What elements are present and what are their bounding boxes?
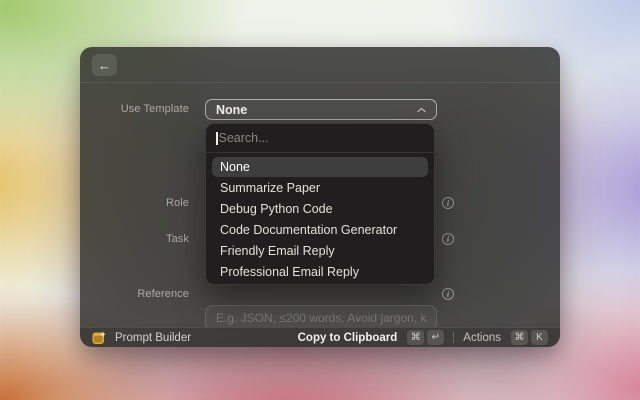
prompt-builder-window: ← Use Template None Role Task Reference … <box>80 47 560 347</box>
app-name: Prompt Builder <box>115 332 191 344</box>
footer-actions: Copy to Clipboard ⌘ ↵ Actions ⌘ K <box>298 330 548 345</box>
command-key-icon: ⌘ <box>511 330 528 345</box>
format-constraints-input[interactable] <box>205 305 437 327</box>
k-key-icon: K <box>531 330 548 345</box>
text-caret <box>216 132 218 145</box>
footer-bar: Prompt Builder Copy to Clipboard ⌘ ↵ Act… <box>80 327 560 347</box>
dropdown-item-friendly-email-reply[interactable]: Friendly Email Reply <box>212 241 428 261</box>
role-label: Role <box>80 197 189 209</box>
back-arrow-icon: ← <box>98 59 111 72</box>
actions-button[interactable]: Actions <box>463 332 501 344</box>
reference-label: Reference <box>80 288 189 300</box>
dropdown-item-none[interactable]: None <box>212 157 428 177</box>
dropdown-search-input[interactable] <box>219 131 425 145</box>
dropdown-item-code-documentation-generator[interactable]: Code Documentation Generator <box>212 220 428 240</box>
task-label: Task <box>80 233 189 245</box>
return-key-icon: ↵ <box>427 330 444 345</box>
dropdown-item-debug-python-code[interactable]: Debug Python Code <box>212 199 428 219</box>
dropdown-item-professional-email-reply[interactable]: Professional Email Reply <box>212 262 428 282</box>
copy-to-clipboard-button[interactable]: Copy to Clipboard <box>298 332 398 344</box>
footer-separator <box>453 332 454 343</box>
template-dropdown: None Summarize Paper Debug Python Code C… <box>205 123 435 285</box>
command-key-icon: ⌘ <box>407 330 424 345</box>
window-header: ← <box>80 47 560 83</box>
chevron-up-icon <box>417 107 426 113</box>
template-combobox[interactable]: None <box>205 99 437 120</box>
dropdown-search-row[interactable] <box>206 124 434 153</box>
combobox-value: None <box>216 103 247 117</box>
use-template-label: Use Template <box>80 103 189 115</box>
dropdown-item-summarize-paper[interactable]: Summarize Paper <box>212 178 428 198</box>
dropdown-list: None Summarize Paper Debug Python Code C… <box>206 153 434 285</box>
prompt-builder-app-icon <box>92 331 106 345</box>
form-area: Use Template None Role Task Reference Fo… <box>80 83 560 327</box>
info-icon[interactable]: i <box>442 233 454 245</box>
info-icon[interactable]: i <box>442 197 454 209</box>
back-button[interactable]: ← <box>92 54 117 76</box>
info-icon[interactable]: i <box>442 288 454 300</box>
